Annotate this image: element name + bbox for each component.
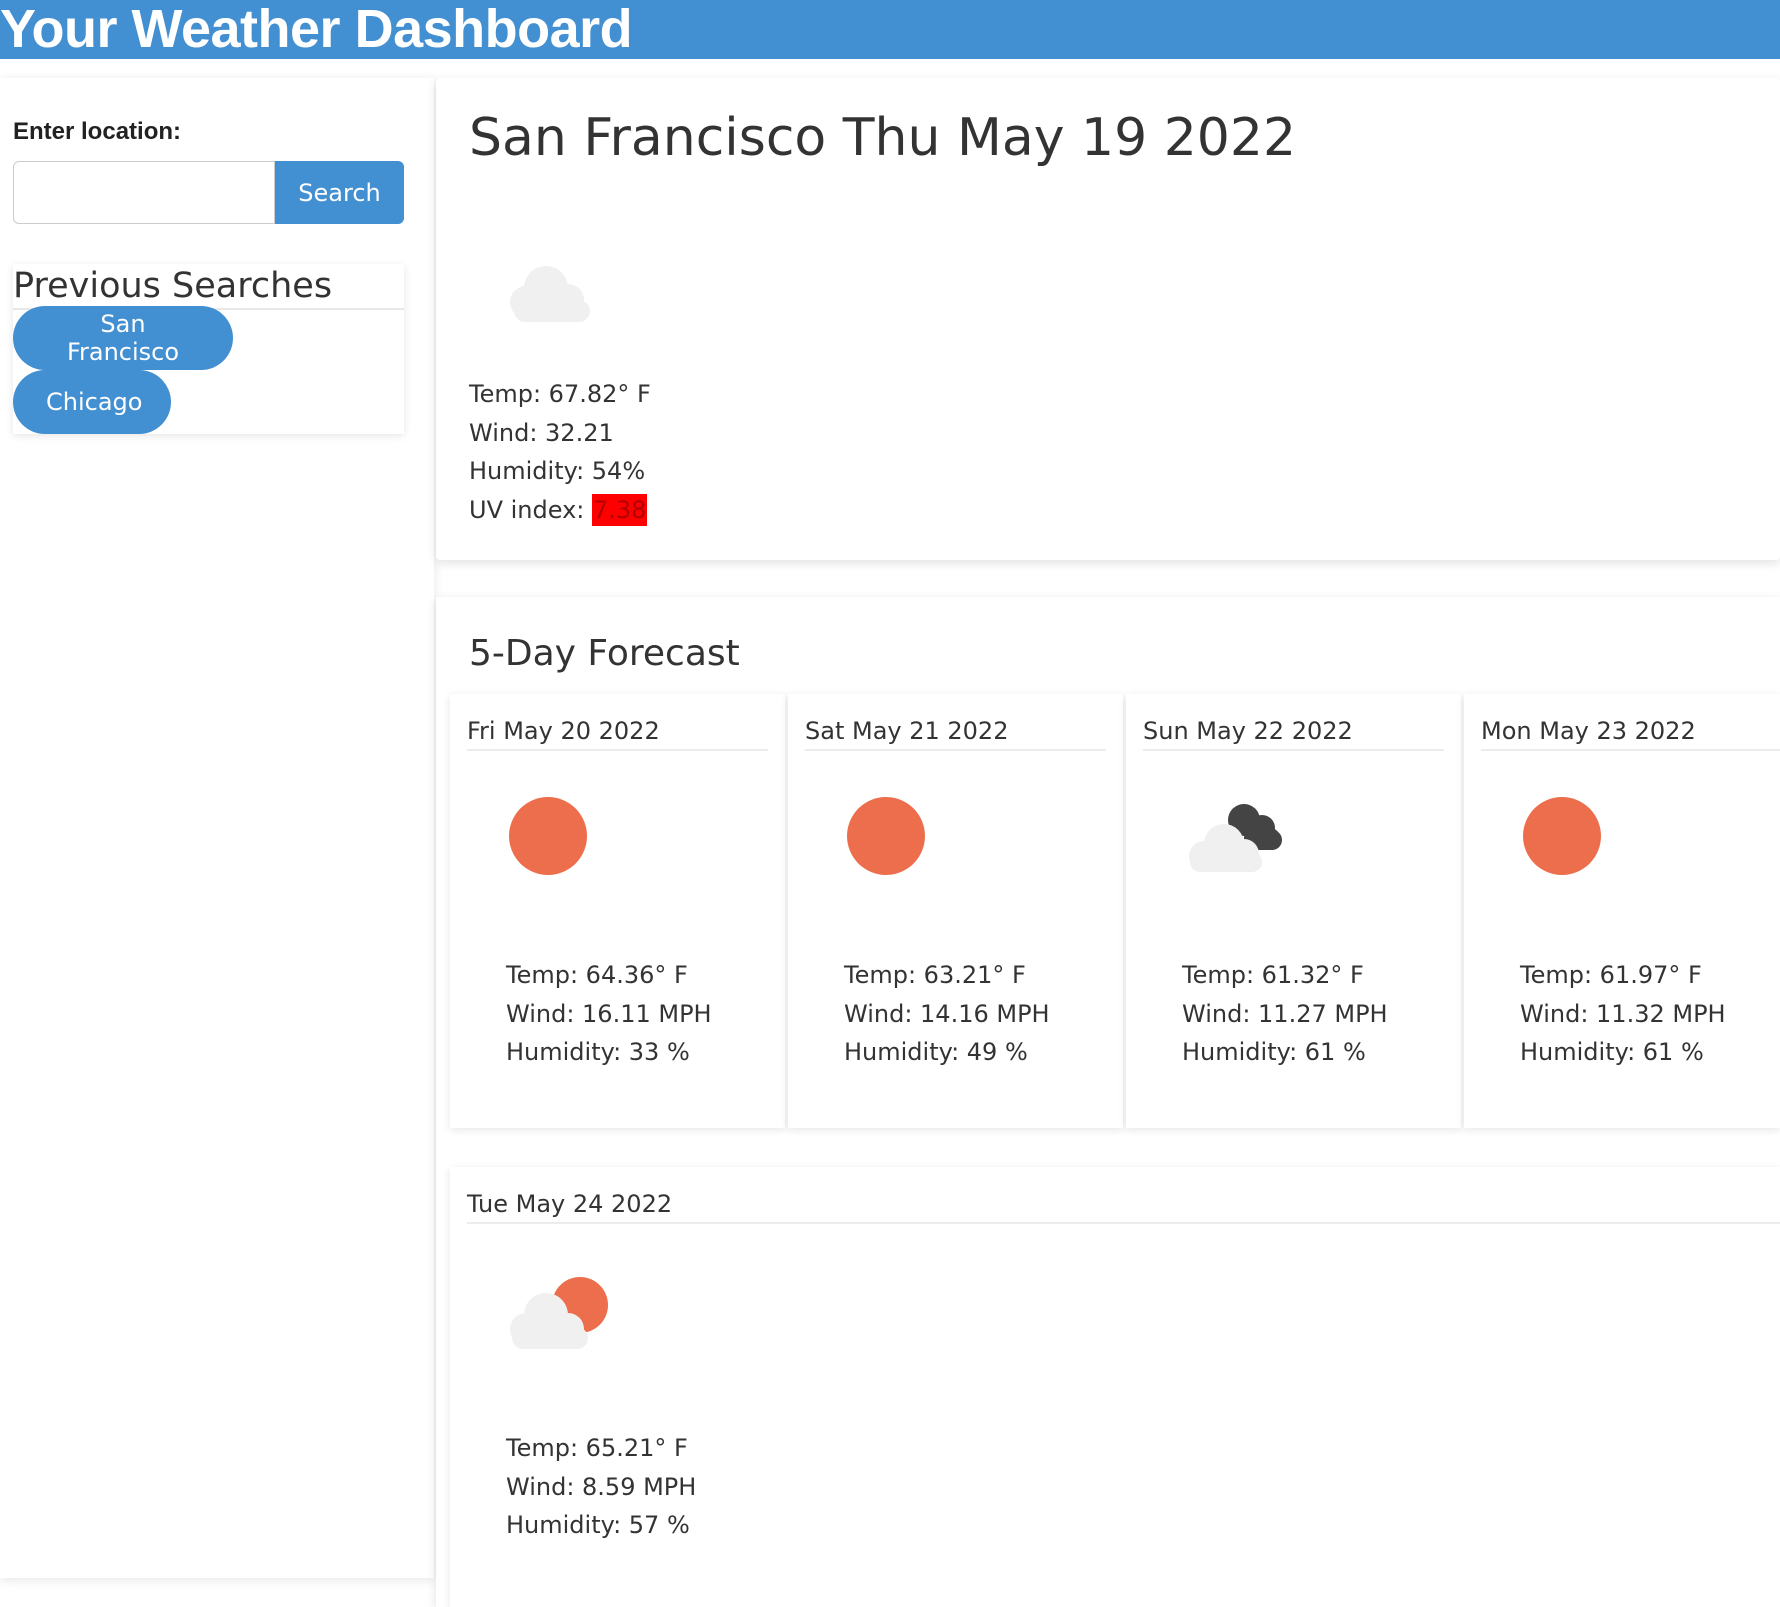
forecast-section: 5-Day Forecast Fri May 20 2022 Temp: 64.… xyxy=(436,597,1780,1607)
forecast-date: Sun May 22 2022 xyxy=(1143,711,1444,751)
uv-badge: 7.38 xyxy=(592,493,648,526)
previous-search-chicago[interactable]: Chicago xyxy=(13,370,171,434)
forecast-humidity: Humidity: 49 % xyxy=(844,1038,1028,1066)
previous-searches-panel: Previous Searches San Francisco Chicago xyxy=(13,264,404,434)
current-wind: Wind: 32.21 xyxy=(469,418,614,447)
location-input[interactable] xyxy=(13,161,275,224)
current-temp: Temp: 67.82° F xyxy=(469,380,651,408)
current-uv: UV index: 7.38 xyxy=(469,491,651,530)
forecast-humidity: Humidity: 61 % xyxy=(1520,1038,1704,1066)
forecast-card: Fri May 20 2022 Temp: 64.36° F Wind: 16.… xyxy=(450,694,785,1128)
forecast-date: Sat May 21 2022 xyxy=(805,711,1106,751)
sun-icon xyxy=(509,797,587,875)
sun-icon xyxy=(847,797,925,875)
forecast-stats: Temp: 64.36° F Wind: 16.11 MPH Humidity:… xyxy=(506,956,712,1072)
page-title: Your Weather Dashboard xyxy=(0,0,633,59)
forecast-card: Mon May 23 2022 Temp: 61.97° F Wind: 11.… xyxy=(1464,694,1780,1128)
current-humidity: Humidity: 54% xyxy=(469,457,646,485)
app-header: Your Weather Dashboard xyxy=(0,0,1780,59)
forecast-stats: Temp: 61.97° F Wind: 11.32 MPH Humidity:… xyxy=(1520,956,1726,1072)
forecast-temp: Temp: 64.36° F xyxy=(506,961,688,989)
search-button[interactable]: Search xyxy=(275,161,404,224)
forecast-card: Tue May 24 2022 Temp: 65.21° F Wind: 8.5… xyxy=(450,1167,1780,1607)
forecast-stats: Temp: 65.21° F Wind: 8.59 MPH Humidity: … xyxy=(506,1429,696,1545)
current-weather-card: San Francisco Thu May 19 2022 Temp: 67.8… xyxy=(436,78,1780,560)
forecast-wind: Wind: 11.27 MPH xyxy=(1182,999,1388,1028)
forecast-temp: Temp: 61.32° F xyxy=(1182,961,1364,989)
partly-cloudy-icon xyxy=(510,1277,608,1349)
forecast-stats: Temp: 61.32° F Wind: 11.27 MPH Humidity:… xyxy=(1182,956,1388,1072)
previous-searches-title: Previous Searches xyxy=(13,264,404,310)
current-title: San Francisco Thu May 19 2022 xyxy=(469,108,1297,168)
forecast-temp: Temp: 61.97° F xyxy=(1520,961,1702,989)
forecast-card: Sat May 21 2022 Temp: 63.21° F Wind: 14.… xyxy=(788,694,1123,1128)
current-stats: Temp: 67.82° F Wind: 32.21 Humidity: 54%… xyxy=(469,375,651,529)
forecast-title: 5-Day Forecast xyxy=(469,633,740,674)
forecast-temp: Temp: 65.21° F xyxy=(506,1434,688,1462)
broken-clouds-icon xyxy=(1189,804,1282,872)
sun-icon xyxy=(1523,797,1601,875)
forecast-date: Fri May 20 2022 xyxy=(467,711,768,751)
location-label: Enter location: xyxy=(13,118,182,145)
forecast-wind: Wind: 11.32 MPH xyxy=(1520,999,1726,1028)
uv-label: UV index: xyxy=(469,495,585,524)
forecast-wind: Wind: 8.59 MPH xyxy=(506,1472,697,1501)
forecast-card: Sun May 22 2022 Temp: 61.32° F Wind: 11.… xyxy=(1126,694,1461,1128)
forecast-wind: Wind: 16.11 MPH xyxy=(506,999,712,1028)
forecast-stats: Temp: 63.21° F Wind: 14.16 MPH Humidity:… xyxy=(844,956,1050,1072)
forecast-humidity: Humidity: 33 % xyxy=(506,1038,690,1066)
previous-search-san-francisco[interactable]: San Francisco xyxy=(13,306,233,370)
forecast-wind: Wind: 14.16 MPH xyxy=(844,999,1050,1028)
cloud-icon xyxy=(510,266,590,322)
forecast-humidity: Humidity: 57 % xyxy=(506,1511,690,1539)
forecast-date: Mon May 23 2022 xyxy=(1481,711,1780,751)
forecast-temp: Temp: 63.21° F xyxy=(844,961,1026,989)
forecast-date: Tue May 24 2022 xyxy=(467,1184,1780,1224)
sidebar: Enter location: Search Previous Searches… xyxy=(0,78,434,1578)
forecast-humidity: Humidity: 61 % xyxy=(1182,1038,1366,1066)
